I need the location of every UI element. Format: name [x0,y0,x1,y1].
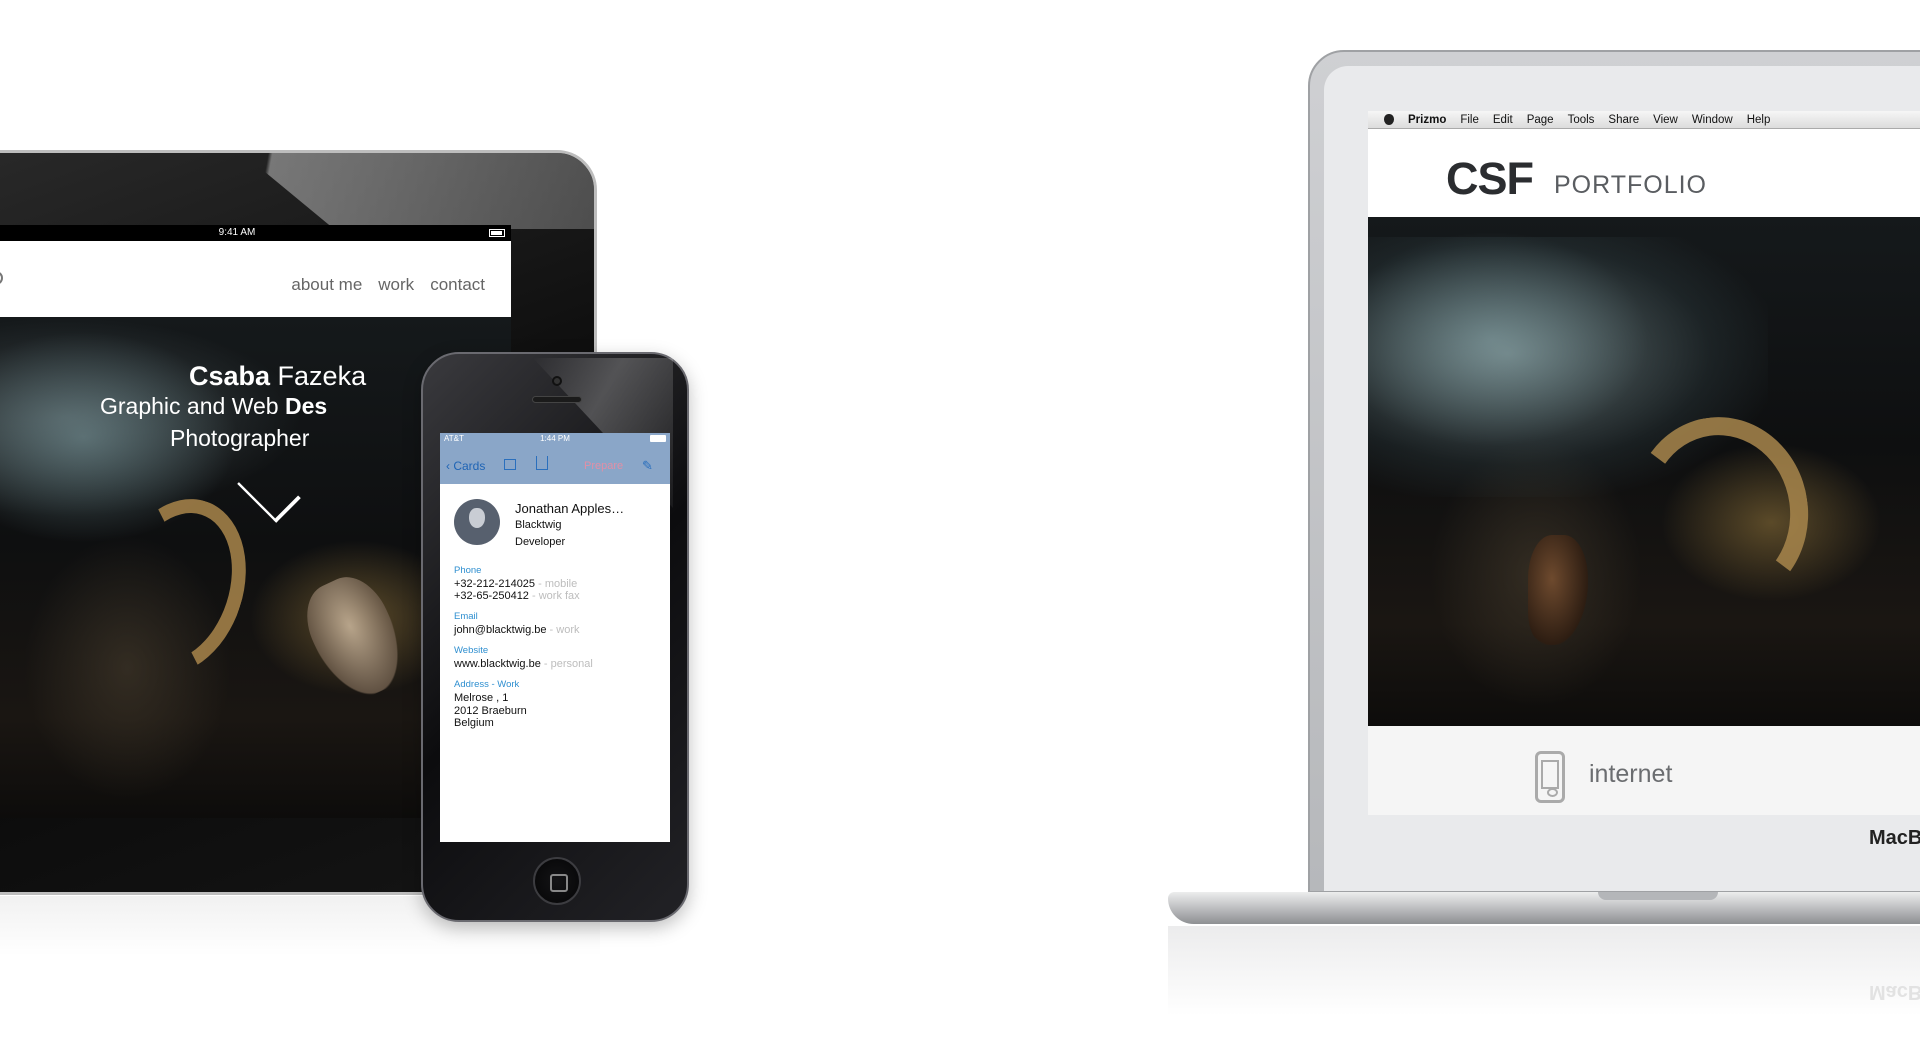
iphone-device: AT&T 1:44 PM ‹ Cards Prepare ✎ Jonathan … [421,352,689,922]
phone-section-label: Phone [454,565,482,576]
macbook-brand-reflection: MacB [1869,981,1920,1003]
menu-page[interactable]: Page [1527,114,1554,126]
site-logo-icon[interactable] [0,271,3,285]
website-section-label: Website [454,645,489,656]
address-line[interactable]: Melrose , 1 [454,692,508,704]
contact-card: Jonathan Apples… Blacktwig Developer Pho… [440,484,670,842]
copper-pot [1528,535,1588,645]
apple-logo-icon[interactable] [1384,114,1394,125]
contact-toolbar: ‹ Cards Prepare ✎ [440,445,670,484]
macbook-lid-notch [1598,892,1718,900]
ipad-status-time: 9:41 AM [218,227,256,238]
macbook-reflection [1168,926,1920,1016]
mobile-phone-icon [1535,751,1565,803]
contact-company: Blacktwig [515,519,562,531]
portfolio-logo-light[interactable]: PORTFOLIO [1554,171,1707,200]
macbook-screen-wrap: Prizmo File Edit Page Tools Share View W… [1368,111,1920,815]
address-line[interactable]: Belgium [454,717,494,729]
portfolio-logo-bold[interactable]: CSF [1446,153,1534,205]
menu-tools[interactable]: Tools [1568,114,1595,126]
menu-window[interactable]: Window [1692,114,1733,126]
website-row[interactable]: www.blacktwig.be - personal [454,658,593,670]
menu-share[interactable]: Share [1608,114,1639,126]
iphone-status-bar: AT&T 1:44 PM [440,433,670,445]
macbook-base [1168,892,1920,924]
hand-graphic [293,565,417,709]
front-camera-icon [552,376,562,386]
nav-link-work[interactable]: work [378,275,414,295]
menu-help[interactable]: Help [1747,114,1771,126]
hero-subrole: Photographer [170,425,310,451]
home-button[interactable] [533,857,581,905]
menu-view[interactable]: View [1653,114,1678,126]
edit-pencil-icon[interactable]: ✎ [642,458,653,474]
contact-avatar [454,499,500,545]
menu-file[interactable]: File [1460,114,1479,126]
contact-name: Jonathan Apples… [515,501,625,516]
macbook-brand-label: MacB [1869,827,1920,849]
card-view-icon[interactable] [504,459,516,470]
ipad-glare [242,153,594,229]
nav-link-about[interactable]: about me [291,275,362,295]
menu-edit[interactable]: Edit [1493,114,1513,126]
hero-role: Graphic and Web Des [100,393,328,419]
iphone-screen: AT&T 1:44 PM ‹ Cards Prepare ✎ Jonathan … [440,433,670,842]
iphone-status-time: 1:44 PM [540,434,570,443]
portfolio-hero-photo [1368,217,1920,726]
battery-icon [650,435,666,442]
address-line[interactable]: 2012 Braeburn [454,705,527,717]
email-row[interactable]: john@blacktwig.be - work [454,624,580,636]
ipad-status-bar: 9:41 AM [0,225,511,241]
contact-title: Developer [515,536,566,548]
internet-label[interactable]: internet [1589,760,1672,789]
address-section-label: Address - Work [454,679,520,690]
share-icon[interactable] [536,456,548,470]
hero-name: Csaba Fazeka [189,361,367,391]
prepare-button[interactable]: Prepare [584,460,623,472]
ipad-site-nav: about me work contact [0,241,511,317]
nav-link-contact[interactable]: contact [430,275,485,295]
phone-mobile-row[interactable]: +32-212-214025 - mobile [454,578,577,590]
mac-menubar: Prizmo File Edit Page Tools Share View W… [1368,111,1920,129]
portfolio-footer: internet [1368,726,1920,815]
macbook-screen: Prizmo File Edit Page Tools Share View W… [1368,111,1920,815]
phone-fax-row[interactable]: +32-65-250412 - work fax [454,590,580,602]
portfolio-header: CSF PORTFOLIO [1368,129,1920,217]
back-to-cards-button[interactable]: ‹ Cards [446,459,485,473]
battery-icon [489,229,505,237]
earpiece-speaker [532,396,582,403]
email-section-label: Email [454,611,478,622]
menu-app-name[interactable]: Prizmo [1408,114,1446,126]
